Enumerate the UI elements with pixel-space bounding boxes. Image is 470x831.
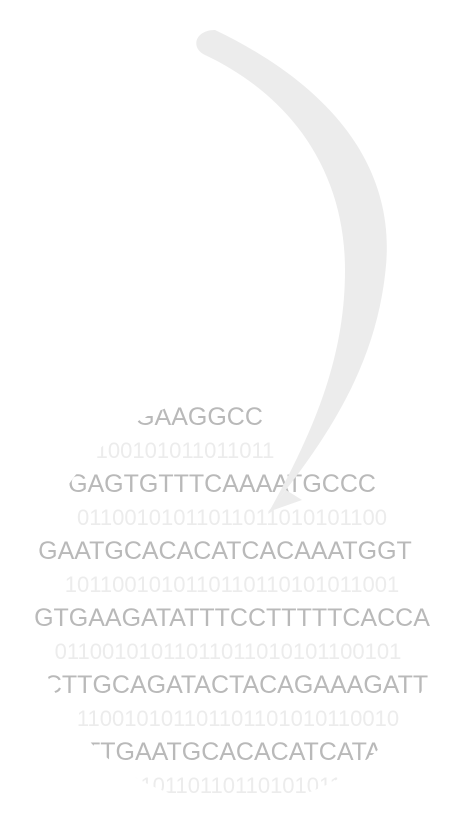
text-line: GAGTGTTTCAAAATGCCC (68, 470, 376, 498)
text-line: 001010110110110101011001 (91, 773, 378, 798)
text-line: CTTGCAGATACTACAGAAAGATT (44, 671, 428, 699)
text-line: 01100101011011011010101100101 (55, 639, 402, 664)
text-line: GAATGCACACATCACAAATGGT (38, 537, 412, 565)
text-line: 1011001010110110110101011001 (65, 572, 399, 597)
text-line: GTGAAGATATTTCCTTTTTCACCA (34, 604, 430, 632)
text-line: GAAGGCC (135, 403, 263, 431)
dna-apple-graphic: GAAGGCC 100101011011011 GAGTGTTTCAAAATGC… (34, 30, 430, 831)
text-line: GTTGAATGCACACATCATAA (66, 738, 399, 766)
text-line: 100101011011011 (96, 438, 275, 463)
text-line: 01100101011011011010101100 (77, 505, 387, 530)
apple-text-body: GAAGGCC 100101011011011 GAGTGTTTCAAAATGC… (34, 403, 430, 831)
text-line: TGTGAAGATATTCCC (112, 805, 362, 831)
text-line: 110010101101101101010110010 (77, 706, 399, 731)
